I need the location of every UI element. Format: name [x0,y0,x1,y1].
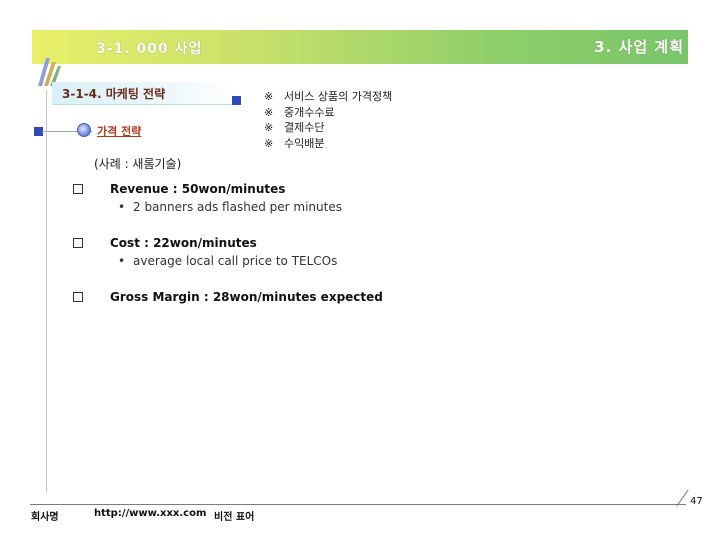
sub-bullet: • [118,200,126,214]
cost-detail-text: average local call price to TELCOs [133,254,338,268]
cost-detail: • average local call price to TELCOs [118,254,337,268]
note-item: ※ 서비스 상품의 가격정책 [264,89,392,105]
bullet-circle-icon [77,123,91,137]
footer-vision-slogan: 비전 표어 [214,512,255,523]
page-number: 47 [690,496,703,507]
note-item: ※ 중개수수료 [264,105,392,121]
revenue-item: Revenue : 50won/minutes [110,182,286,196]
accent-square-icon [232,96,241,105]
checkbox-bullet-icon [73,292,83,302]
footer-url-link[interactable]: http://www.xxx.com [94,508,206,519]
gross-margin-item: Gross Margin : 28won/minutes expected [110,290,383,304]
example-caption: (사례 : 새롬기술) [94,157,182,171]
revenue-detail: • 2 banners ads flashed per minutes [118,200,342,214]
header-chapter-title: 3. 사업 계획 [594,38,684,56]
footer-company-name: 회사명 [31,512,59,523]
section-title: 3-1-4. 마케팅 전략 [62,87,166,101]
left-vertical-rule [46,90,47,492]
cost-item: Cost : 22won/minutes [110,236,257,250]
note-mark: ※ [264,136,274,150]
strategy-label: 가격 전략 [97,125,142,138]
note-text: 결제수단 [284,121,325,134]
checkbox-bullet-icon [73,184,83,194]
note-text: 중개수수료 [284,105,335,119]
footer-rule [30,504,686,505]
sub-bullet: • [118,254,126,268]
note-list: ※ 서비스 상품의 가격정책 ※ 중개수수료 ※ 결제수단 ※ 수익배분 [264,89,392,151]
note-mark: ※ [264,90,274,103]
note-mark: ※ [264,105,274,119]
note-text: 수익배분 [284,136,325,150]
note-item: ※ 수익배분 [264,136,392,152]
note-item: ※ 결제수단 [264,120,392,136]
checkbox-bullet-icon [73,238,83,248]
header-section-title: 3-1. 000 사업 [96,41,203,57]
note-mark: ※ [264,121,274,134]
note-text: 서비스 상품의 가격정책 [284,90,393,103]
revenue-detail-text: 2 banners ads flashed per minutes [133,200,342,214]
